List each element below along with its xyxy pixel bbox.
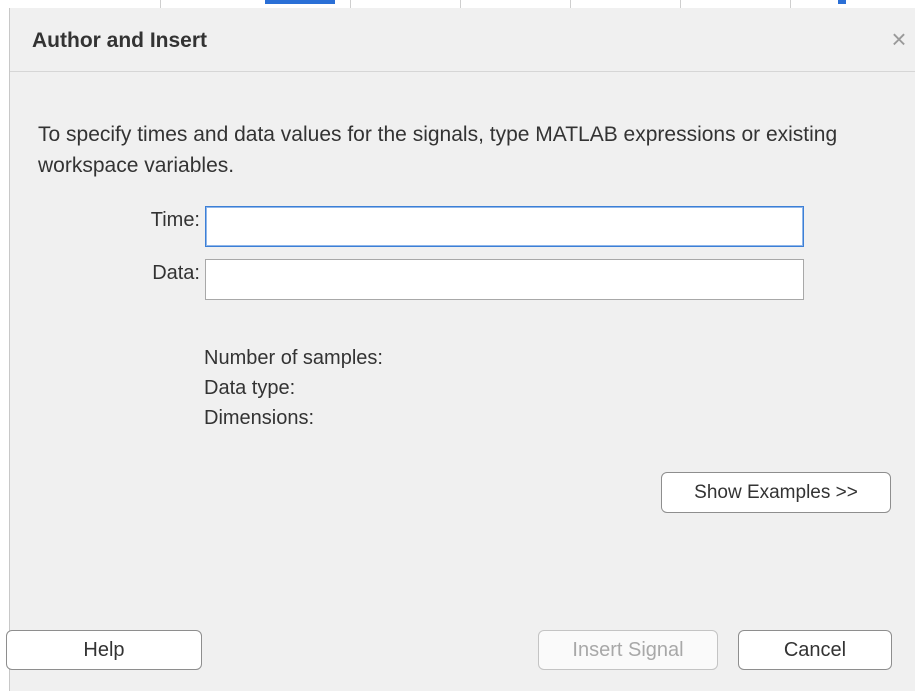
time-label: Time:: [150, 209, 200, 231]
background-divider: [350, 0, 351, 8]
background-divider: [460, 0, 461, 8]
data-input[interactable]: [205, 259, 804, 300]
data-label: Data:: [152, 262, 200, 284]
instructions-text: To specify times and data values for the…: [38, 123, 838, 177]
show-examples-button[interactable]: Show Examples >>: [661, 472, 891, 513]
background-divider: [160, 0, 161, 8]
number-of-samples-label: Number of samples:: [204, 347, 383, 369]
cancel-button[interactable]: Cancel: [738, 630, 892, 670]
insert-signal-button[interactable]: Insert Signal: [538, 630, 718, 670]
dialog-titlebar: Author and Insert ×: [10, 8, 915, 72]
data-type-label: Data type:: [204, 377, 296, 399]
help-button[interactable]: Help: [6, 630, 202, 670]
background-divider: [790, 0, 791, 8]
background-link-fragment: [838, 0, 846, 4]
time-input[interactable]: [205, 206, 804, 247]
background-app-strip: [0, 0, 915, 8]
background-link-fragment: [265, 0, 335, 4]
dimensions-label: Dimensions:: [204, 407, 315, 429]
close-icon[interactable]: ×: [885, 24, 913, 54]
background-divider: [680, 0, 681, 8]
background-divider: [570, 0, 571, 8]
dialog-title: Author and Insert: [32, 29, 208, 52]
author-and-insert-dialog: Author and Insert × To specify times and…: [6, 8, 915, 691]
